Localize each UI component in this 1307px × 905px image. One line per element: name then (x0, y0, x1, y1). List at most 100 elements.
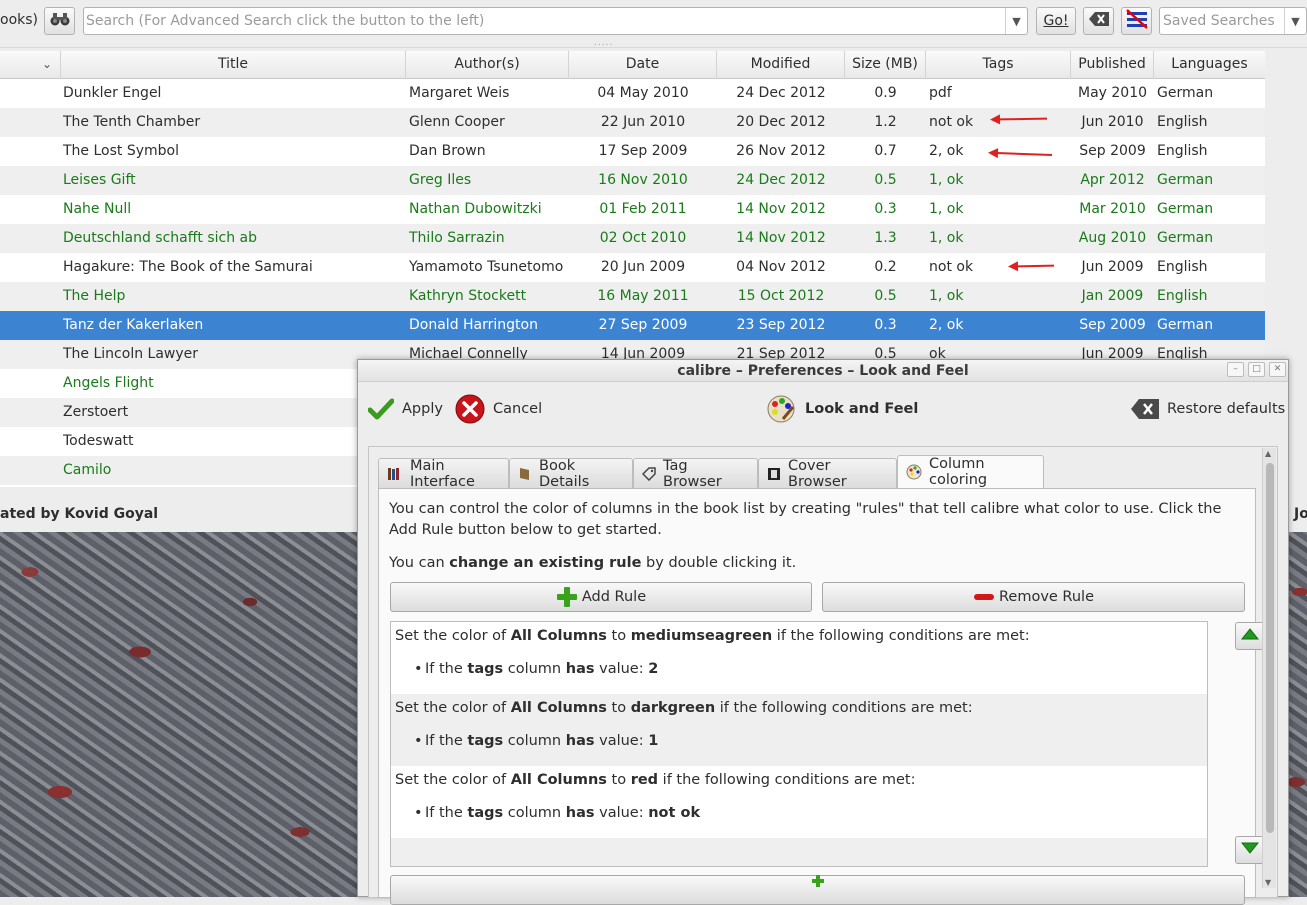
cancel-button[interactable]: Cancel (455, 393, 542, 425)
table-cell-language: German (1157, 85, 1214, 101)
search-toolbar: ooks) Search (For Advanced Search click … (0, 0, 1307, 48)
table-header: ⌄ Title Author(s) Date Modified Size (MB… (0, 51, 1265, 79)
table-cell-published: Jun 2009 (1081, 259, 1144, 275)
checkmark-icon (368, 398, 394, 420)
plus-icon (556, 586, 578, 608)
table-cell-author: Kathryn Stockett (409, 288, 527, 304)
library-label-partial: ooks) (0, 12, 38, 28)
add-rule-button[interactable]: Add Rule (390, 582, 812, 612)
table-row[interactable]: The Help Kathryn Stockett 16 May 2011 15 Oc… (0, 282, 1265, 311)
table-cell-size: 0.3 (874, 201, 897, 217)
books-icon (387, 467, 403, 481)
apply-button[interactable]: Apply (368, 393, 443, 425)
table-cell-modified: 14 Nov 2012 (736, 230, 826, 246)
chevron-down-icon[interactable]: ▼ (1005, 8, 1027, 34)
sort-column-header[interactable]: ⌄ (0, 51, 61, 79)
table-cell-date: 22 Jun 2010 (600, 114, 686, 130)
highlight-toggle-button[interactable] (1121, 7, 1152, 35)
tab-main-interface[interactable]: Main Interface (378, 457, 509, 490)
tab-label: Main Interface (410, 457, 475, 490)
table-cell-size: 0.5 (874, 172, 897, 188)
tab-column-coloring[interactable]: Column coloring (897, 455, 1044, 488)
table-cell-modified: 15 Oct 2012 (737, 288, 825, 304)
remove-rule-button[interactable]: Remove Rule (822, 582, 1245, 612)
tab-label: Book Details (539, 457, 590, 490)
rules-list[interactable]: Set the color of All Columns to mediumse… (390, 621, 1208, 867)
column-header-tags[interactable]: Tags (926, 51, 1071, 79)
column-header-published[interactable]: Published (1071, 51, 1154, 79)
table-cell-title: Dunkler Engel (63, 85, 162, 101)
table-cell-size: 0.7 (874, 143, 897, 159)
look-and-feel-icon (765, 393, 797, 425)
dialog-title: calibre – Preferences – Look and Feel (677, 363, 969, 379)
dialog-scrollbar[interactable]: ▲ ▼ (1262, 448, 1276, 888)
column-header-size[interactable]: Size (MB) (845, 51, 926, 79)
table-cell-modified: 23 Sep 2012 (736, 317, 826, 333)
clear-search-button[interactable] (1083, 7, 1114, 35)
table-cell-tags: not ok (929, 259, 974, 275)
move-rule-up-button[interactable] (1235, 622, 1265, 650)
tag-icon (642, 466, 656, 481)
tab-tag-browser[interactable]: Tag Browser (633, 457, 758, 490)
scrollbar-thumb[interactable] (1266, 463, 1274, 833)
tab-cover-browser[interactable]: Cover Browser (758, 458, 897, 490)
scroll-up-icon[interactable]: ▲ (1265, 449, 1271, 458)
move-rule-down-button[interactable] (1235, 836, 1265, 864)
table-row[interactable]: Tanz der Kakerlaken Donald Harrington 27 S… (0, 311, 1265, 340)
table-cell-title: Deutschland schafft sich ab (63, 230, 257, 246)
section-label: Look and Feel (805, 401, 919, 417)
table-cell-author: Dan Brown (409, 143, 486, 159)
table-cell-author: Glenn Cooper (409, 114, 505, 130)
table-row[interactable]: Hagakure: The Book of the Samurai Yamamot… (0, 253, 1265, 282)
table-cell-modified: 26 Nov 2012 (736, 143, 826, 159)
restore-defaults-button[interactable]: Restore defaults (1131, 393, 1285, 425)
tab-book-details[interactable]: Book Details (509, 457, 633, 490)
column-header-modified[interactable]: Modified (717, 51, 845, 79)
clear-icon (1088, 12, 1109, 30)
chevron-down-icon[interactable]: ▼ (1284, 8, 1306, 34)
search-input[interactable]: Search (For Advanced Search click the bu… (83, 7, 1028, 35)
table-cell-modified: 20 Dec 2012 (736, 114, 826, 130)
table-cell-size: 0.9 (874, 85, 897, 101)
column-header-title[interactable]: Title (61, 51, 406, 79)
rule-item-empty[interactable] (391, 838, 1207, 866)
table-cell-modified: 14 Nov 2012 (736, 201, 826, 217)
table-cell-author: Margaret Weis (409, 85, 510, 101)
dialog-titlebar[interactable]: calibre – Preferences – Look and Feel – … (358, 360, 1288, 382)
splitter-handle[interactable]: ..... (594, 38, 613, 48)
table-row[interactable]: The Tenth Chamber Glenn Cooper 22 Jun 2010… (0, 108, 1265, 137)
advanced-search-button[interactable] (44, 7, 75, 35)
rule-item[interactable]: Set the color of All Columns to mediumse… (391, 622, 1207, 694)
column-header-authors[interactable]: Author(s) (406, 51, 569, 79)
table-cell-tags: 2, ok (929, 317, 964, 333)
minimize-icon[interactable]: – (1227, 362, 1244, 377)
table-cell-language: English (1157, 114, 1208, 130)
column-header-date[interactable]: Date (569, 51, 717, 79)
table-cell-published: Sep 2009 (1079, 317, 1146, 333)
table-cell-size: 1.3 (874, 230, 897, 246)
clear-icon (1131, 399, 1159, 419)
table-row[interactable]: Dunkler Engel Margaret Weis 04 May 2010 24 … (0, 79, 1265, 108)
table-cell-title: The Lost Symbol (63, 143, 179, 159)
table-row[interactable]: Deutschland schafft sich ab Thilo Sarrazi… (0, 224, 1265, 253)
table-cell-published: Mar 2010 (1079, 201, 1146, 217)
search-placeholder: Search (For Advanced Search click the bu… (86, 13, 485, 29)
table-row[interactable]: Leises Gift Greg Iles 16 Nov 2010 24 Dec 20… (0, 166, 1265, 195)
close-icon[interactable]: ✕ (1269, 362, 1286, 377)
table-cell-title: Zerstoert (63, 404, 129, 420)
rule-item[interactable]: Set the color of All Columns to red if t… (391, 766, 1207, 838)
table-row[interactable]: The Lost Symbol Dan Brown 17 Sep 2009 26 No… (0, 137, 1265, 166)
table-cell-title: The Help (63, 288, 126, 304)
scroll-down-icon[interactable]: ▼ (1265, 878, 1271, 887)
column-header-languages[interactable]: Languages (1154, 51, 1265, 79)
table-cell-title: Nahe Null (63, 201, 132, 217)
table-cell-date: 01 Feb 2011 (599, 201, 687, 217)
maximize-icon[interactable]: □ (1248, 362, 1265, 377)
rule-item[interactable]: Set the color of All Columns to darkgree… (391, 694, 1207, 766)
table-cell-published: Sep 2009 (1079, 143, 1146, 159)
go-button[interactable]: Go! (1036, 7, 1076, 35)
add-icon-rule-button[interactable] (390, 875, 1245, 905)
table-row[interactable]: Nahe Null Nathan Dubowitzki 01 Feb 2011 14 … (0, 195, 1265, 224)
saved-searches-select[interactable]: Saved Searches ▼ (1159, 7, 1307, 35)
tab-label: Tag Browser (663, 457, 722, 490)
